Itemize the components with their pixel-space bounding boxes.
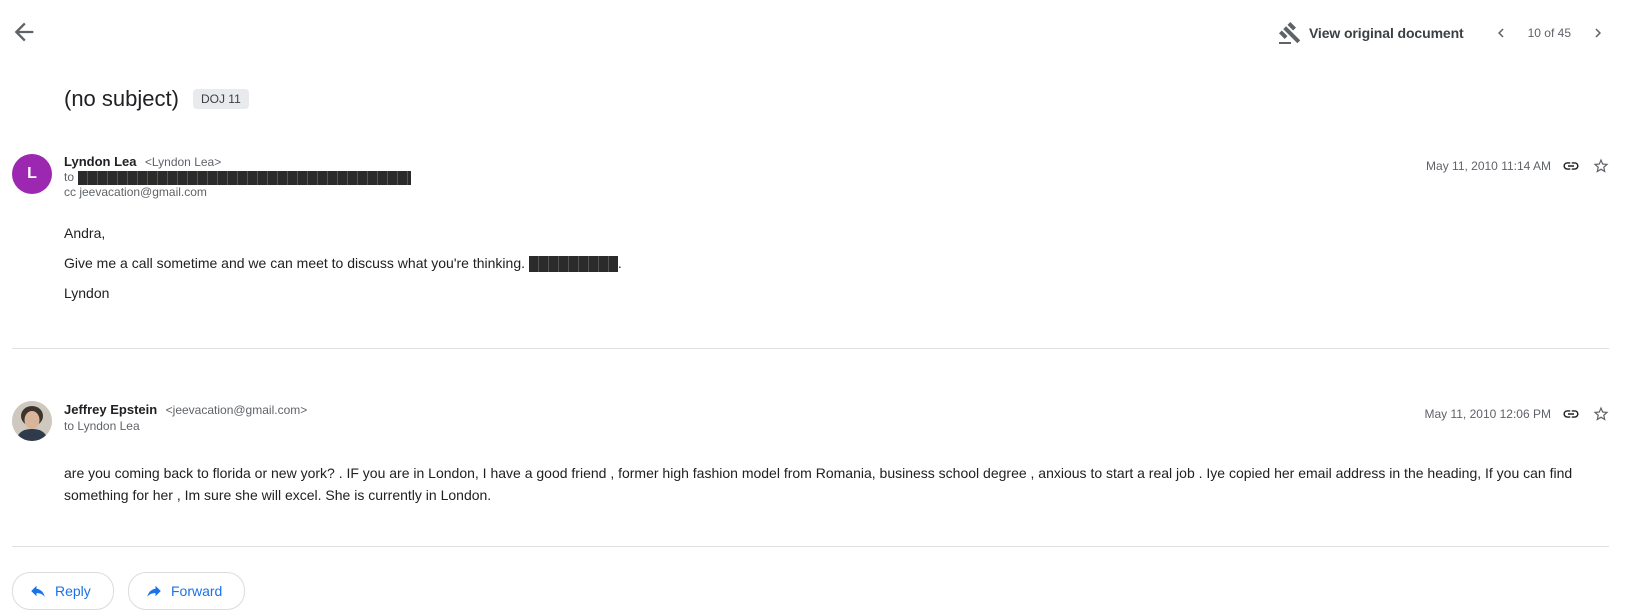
message-header: Lyndon Lea <Lyndon Lea> to cc jeevacatio…	[64, 154, 412, 200]
body-text: Give me a call sometime and we can meet …	[64, 255, 525, 271]
sender-email: <jeevacation@gmail.com>	[165, 403, 308, 417]
redacted-recipient	[78, 170, 412, 185]
star-button[interactable]	[1591, 156, 1611, 176]
message-divider	[12, 546, 1609, 547]
gavel-icon	[1278, 22, 1301, 44]
to-prefix: to	[64, 170, 75, 184]
body-line: Give me a call sometime and we can meet …	[64, 252, 622, 274]
message-body: are you coming back to florida or new yo…	[64, 462, 1624, 506]
pager-count: 10 of 45	[1527, 26, 1571, 40]
body-signoff: Lyndon	[64, 285, 110, 301]
recipient-line: to	[64, 170, 412, 185]
body-punct: .	[617, 255, 622, 271]
reply-button[interactable]: Reply	[12, 572, 114, 610]
reply-label: Reply	[55, 583, 91, 599]
link-icon	[1563, 162, 1579, 170]
view-original-document-button[interactable]: View original document	[1278, 21, 1464, 45]
avatar	[12, 401, 52, 441]
body-greeting: Andra,	[64, 225, 106, 241]
message-date-area: May 11, 2010 12:06 PM	[1424, 404, 1611, 424]
reply-icon	[31, 585, 45, 597]
label-chip[interactable]: DOJ 11	[192, 89, 249, 109]
previous-button[interactable]	[1490, 22, 1512, 44]
next-button[interactable]	[1587, 22, 1609, 44]
message-date: May 11, 2010 11:14 AM	[1426, 159, 1551, 173]
view-original-label: View original document	[1308, 25, 1464, 41]
recipient-line: to Lyndon Lea	[64, 419, 140, 433]
sender-name: Lyndon Lea	[64, 154, 137, 169]
star-outline-icon	[1593, 406, 1609, 421]
star-button[interactable]	[1591, 404, 1611, 424]
message-body: Andra, Give me a call sometime and we ca…	[64, 222, 622, 304]
chevron-left-icon	[1497, 28, 1504, 38]
forward-button[interactable]: Forward	[128, 572, 246, 610]
sender-name: Jeffrey Epstein	[64, 402, 158, 417]
forward-icon	[147, 585, 161, 597]
message-header: Jeffrey Epstein <jeevacation@gmail.com> …	[64, 401, 307, 434]
link-button[interactable]	[1561, 156, 1581, 176]
avatar: L	[12, 154, 52, 194]
star-outline-icon	[1593, 158, 1609, 173]
link-icon	[1563, 410, 1579, 418]
body-line: something for her , Im sure she will exc…	[64, 487, 492, 503]
top-right-toolbar: View original document 10 of 45	[1278, 18, 1609, 48]
forward-label: Forward	[171, 583, 223, 599]
body-line: are you coming back to florida or new yo…	[64, 465, 1573, 481]
message-date-area: May 11, 2010 11:14 AM	[1426, 156, 1611, 176]
message-divider	[12, 348, 1609, 349]
message-date: May 11, 2010 12:06 PM	[1424, 407, 1551, 421]
redacted-text	[528, 256, 618, 273]
avatar-photo-icon	[12, 401, 52, 441]
avatar-letter: L	[27, 165, 37, 182]
arrow-back-icon	[14, 22, 34, 42]
sender-email: <Lyndon Lea>	[144, 155, 222, 169]
link-button[interactable]	[1561, 404, 1581, 424]
subject-row: (no subject) DOJ 11	[64, 86, 249, 112]
cc-line: cc jeevacation@gmail.com	[64, 185, 207, 199]
subject-title: (no subject)	[64, 86, 179, 111]
chevron-right-icon	[1595, 28, 1601, 38]
back-button[interactable]	[10, 18, 38, 46]
